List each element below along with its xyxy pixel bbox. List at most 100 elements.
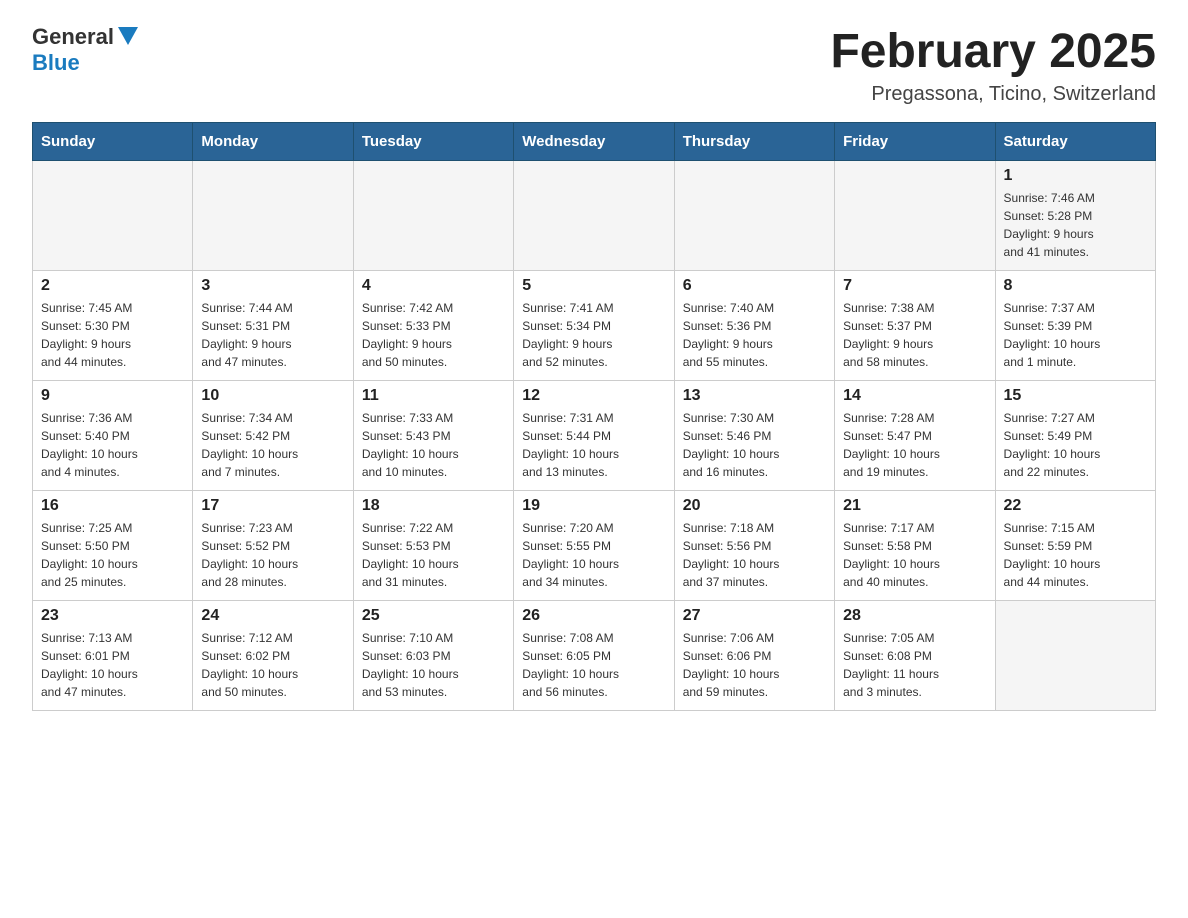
calendar-cell: 5 Sunrise: 7:41 AMSunset: 5:34 PMDaylight…: [514, 271, 674, 381]
logo-triangle-icon: [118, 27, 138, 45]
calendar-cell: 27 Sunrise: 7:06 AMSunset: 6:06 PMDayligh…: [674, 601, 834, 711]
day-number: 8: [1004, 277, 1147, 295]
day-number: 2: [41, 277, 184, 295]
calendar-cell: 10 Sunrise: 7:34 AMSunset: 5:42 PMDayligh…: [193, 381, 353, 491]
day-number: 19: [522, 497, 665, 515]
day-number: 10: [201, 387, 344, 405]
day-info: Sunrise: 7:45 AMSunset: 5:30 PMDaylight:…: [41, 299, 184, 371]
day-info: Sunrise: 7:37 AMSunset: 5:39 PMDaylight:…: [1004, 299, 1147, 371]
day-info: Sunrise: 7:23 AMSunset: 5:52 PMDaylight:…: [201, 519, 344, 591]
day-number: 20: [683, 497, 826, 515]
day-info: Sunrise: 7:10 AMSunset: 6:03 PMDaylight:…: [362, 629, 505, 701]
day-info: Sunrise: 7:42 AMSunset: 5:33 PMDaylight:…: [362, 299, 505, 371]
day-info: Sunrise: 7:38 AMSunset: 5:37 PMDaylight:…: [843, 299, 986, 371]
calendar-cell: 14 Sunrise: 7:28 AMSunset: 5:47 PMDayligh…: [835, 381, 995, 491]
day-number: 6: [683, 277, 826, 295]
col-wednesday: Wednesday: [514, 123, 674, 161]
calendar-cell: 11Sunrise: 7:33 AMSunset: 5:43 PMDayligh…: [353, 381, 513, 491]
calendar-cell: 25Sunrise: 7:10 AMSunset: 6:03 PMDayligh…: [353, 601, 513, 711]
day-number: 18: [362, 497, 505, 515]
day-number: 27: [683, 607, 826, 625]
day-number: 21: [843, 497, 986, 515]
calendar-cell: 26 Sunrise: 7:08 AMSunset: 6:05 PMDayligh…: [514, 601, 674, 711]
calendar-header: Sunday Monday Tuesday Wednesday Thursday…: [33, 123, 1156, 161]
calendar-table: Sunday Monday Tuesday Wednesday Thursday…: [32, 122, 1156, 711]
day-number: 17: [201, 497, 344, 515]
day-info: Sunrise: 7:34 AMSunset: 5:42 PMDaylight:…: [201, 409, 344, 481]
calendar-cell: [33, 161, 193, 271]
calendar-cell: 24 Sunrise: 7:12 AMSunset: 6:02 PMDayligh…: [193, 601, 353, 711]
day-info: Sunrise: 7:18 AMSunset: 5:56 PMDaylight:…: [683, 519, 826, 591]
calendar-week-4: 16 Sunrise: 7:25 AMSunset: 5:50 PMDayligh…: [33, 491, 1156, 601]
day-number: 15: [1004, 387, 1147, 405]
logo: General Blue: [32, 24, 138, 76]
day-info: Sunrise: 7:15 AMSunset: 5:59 PMDaylight:…: [1004, 519, 1147, 591]
calendar-cell: 8 Sunrise: 7:37 AMSunset: 5:39 PMDaylight…: [995, 271, 1155, 381]
calendar-cell: [995, 601, 1155, 711]
calendar-cell: 4 Sunrise: 7:42 AMSunset: 5:33 PMDaylight…: [353, 271, 513, 381]
day-number: 23: [41, 607, 184, 625]
calendar-cell: 15 Sunrise: 7:27 AMSunset: 5:49 PMDayligh…: [995, 381, 1155, 491]
day-info: Sunrise: 7:33 AMSunset: 5:43 PMDaylight:…: [362, 409, 505, 481]
day-info: Sunrise: 7:08 AMSunset: 6:05 PMDaylight:…: [522, 629, 665, 701]
day-info: Sunrise: 7:25 AMSunset: 5:50 PMDaylight:…: [41, 519, 184, 591]
day-number: 7: [843, 277, 986, 295]
calendar-week-3: 9Sunrise: 7:36 AMSunset: 5:40 PMDaylight…: [33, 381, 1156, 491]
day-number: 28: [843, 607, 986, 625]
header-row: Sunday Monday Tuesday Wednesday Thursday…: [33, 123, 1156, 161]
day-number: 24: [201, 607, 344, 625]
day-info: Sunrise: 7:44 AMSunset: 5:31 PMDaylight:…: [201, 299, 344, 371]
day-info: Sunrise: 7:28 AMSunset: 5:47 PMDaylight:…: [843, 409, 986, 481]
logo-blue: Blue: [32, 50, 80, 76]
day-number: 9: [41, 387, 184, 405]
day-number: 5: [522, 277, 665, 295]
day-info: Sunrise: 7:31 AMSunset: 5:44 PMDaylight:…: [522, 409, 665, 481]
day-number: 22: [1004, 497, 1147, 515]
day-info: Sunrise: 7:20 AMSunset: 5:55 PMDaylight:…: [522, 519, 665, 591]
calendar-cell: 7 Sunrise: 7:38 AMSunset: 5:37 PMDaylight…: [835, 271, 995, 381]
day-info: Sunrise: 7:05 AMSunset: 6:08 PMDaylight:…: [843, 629, 986, 701]
day-info: Sunrise: 7:41 AMSunset: 5:34 PMDaylight:…: [522, 299, 665, 371]
page-header: General Blue February 2025 Pregassona, T…: [32, 24, 1156, 106]
calendar-cell: 17 Sunrise: 7:23 AMSunset: 5:52 PMDayligh…: [193, 491, 353, 601]
title-block: February 2025 Pregassona, Ticino, Switze…: [830, 24, 1156, 106]
calendar-week-1: 1Sunrise: 7:46 AMSunset: 5:28 PMDaylight…: [33, 161, 1156, 271]
calendar-cell: 22 Sunrise: 7:15 AMSunset: 5:59 PMDayligh…: [995, 491, 1155, 601]
day-info: Sunrise: 7:27 AMSunset: 5:49 PMDaylight:…: [1004, 409, 1147, 481]
location-title: Pregassona, Ticino, Switzerland: [830, 83, 1156, 106]
day-info: Sunrise: 7:46 AMSunset: 5:28 PMDaylight:…: [1004, 189, 1147, 261]
day-info: Sunrise: 7:17 AMSunset: 5:58 PMDaylight:…: [843, 519, 986, 591]
col-monday: Monday: [193, 123, 353, 161]
calendar-cell: 21 Sunrise: 7:17 AMSunset: 5:58 PMDayligh…: [835, 491, 995, 601]
calendar-cell: 3 Sunrise: 7:44 AMSunset: 5:31 PMDaylight…: [193, 271, 353, 381]
calendar-cell: [514, 161, 674, 271]
calendar-week-2: 2 Sunrise: 7:45 AMSunset: 5:30 PMDaylight…: [33, 271, 1156, 381]
calendar-cell: 28 Sunrise: 7:05 AMSunset: 6:08 PMDayligh…: [835, 601, 995, 711]
day-info: Sunrise: 7:22 AMSunset: 5:53 PMDaylight:…: [362, 519, 505, 591]
calendar-cell: [353, 161, 513, 271]
calendar-cell: 9Sunrise: 7:36 AMSunset: 5:40 PMDaylight…: [33, 381, 193, 491]
col-thursday: Thursday: [674, 123, 834, 161]
day-info: Sunrise: 7:06 AMSunset: 6:06 PMDaylight:…: [683, 629, 826, 701]
day-number: 16: [41, 497, 184, 515]
calendar-week-5: 23Sunrise: 7:13 AMSunset: 6:01 PMDayligh…: [33, 601, 1156, 711]
day-info: Sunrise: 7:40 AMSunset: 5:36 PMDaylight:…: [683, 299, 826, 371]
day-number: 4: [362, 277, 505, 295]
day-number: 26: [522, 607, 665, 625]
day-info: Sunrise: 7:30 AMSunset: 5:46 PMDaylight:…: [683, 409, 826, 481]
day-number: 14: [843, 387, 986, 405]
calendar-cell: 13Sunrise: 7:30 AMSunset: 5:46 PMDayligh…: [674, 381, 834, 491]
calendar-cell: 2 Sunrise: 7:45 AMSunset: 5:30 PMDaylight…: [33, 271, 193, 381]
day-number: 12: [522, 387, 665, 405]
calendar-body: 1Sunrise: 7:46 AMSunset: 5:28 PMDaylight…: [33, 161, 1156, 711]
calendar-cell: 19 Sunrise: 7:20 AMSunset: 5:55 PMDayligh…: [514, 491, 674, 601]
calendar-cell: 20 Sunrise: 7:18 AMSunset: 5:56 PMDayligh…: [674, 491, 834, 601]
calendar-cell: 12 Sunrise: 7:31 AMSunset: 5:44 PMDayligh…: [514, 381, 674, 491]
day-info: Sunrise: 7:12 AMSunset: 6:02 PMDaylight:…: [201, 629, 344, 701]
month-title: February 2025: [830, 24, 1156, 79]
calendar-cell: [193, 161, 353, 271]
day-number: 3: [201, 277, 344, 295]
calendar-cell: 23Sunrise: 7:13 AMSunset: 6:01 PMDayligh…: [33, 601, 193, 711]
calendar-cell: [835, 161, 995, 271]
col-friday: Friday: [835, 123, 995, 161]
